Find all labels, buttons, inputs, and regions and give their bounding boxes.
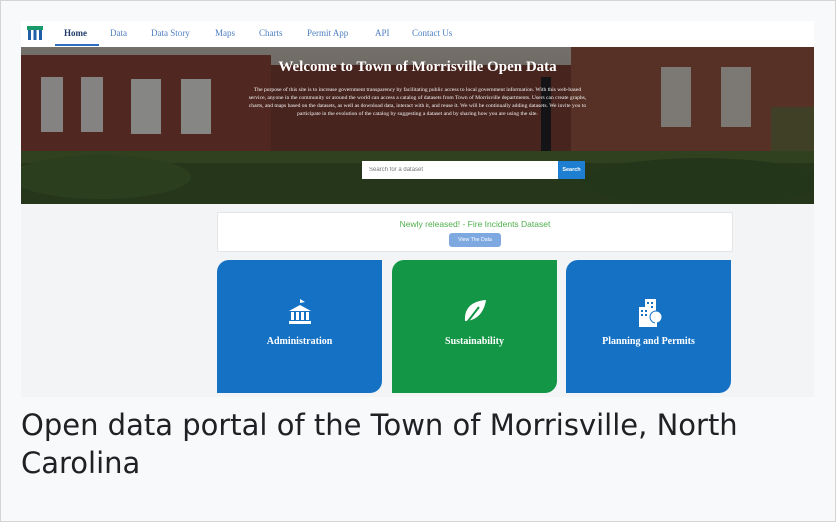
nav-maps[interactable]: Maps	[215, 28, 235, 38]
tile-planning-permits[interactable]: Planning and Permits	[566, 260, 731, 393]
search-button[interactable]: Search	[558, 161, 585, 179]
tile-sustainability[interactable]: Sustainability	[392, 260, 557, 393]
figure-caption: Open data portal of the Town of Morrisvi…	[21, 408, 738, 480]
nav-charts[interactable]: Charts	[259, 28, 283, 38]
active-tab-indicator	[55, 44, 99, 46]
top-navigation: Home Data Data Story Maps Charts Permit …	[21, 21, 814, 48]
figure-frame: Home Data Data Story Maps Charts Permit …	[0, 0, 836, 522]
government-building-icon	[288, 299, 311, 324]
building-tree-icon	[638, 299, 662, 327]
tile-sustainability-label: Sustainability	[445, 336, 504, 347]
nav-permit-app[interactable]: Permit App	[307, 28, 348, 38]
town-logo-icon[interactable]	[27, 26, 43, 40]
new-release-banner: Newly released! - Fire Incidents Dataset…	[217, 212, 733, 252]
nav-data-story[interactable]: Data Story	[151, 28, 190, 38]
tile-administration-label: Administration	[266, 336, 333, 347]
nav-home[interactable]: Home	[64, 28, 87, 38]
tile-administration[interactable]: Administration	[217, 260, 382, 393]
website-screenshot: Home Data Data Story Maps Charts Permit …	[21, 21, 814, 397]
hero-banner: Welcome to Town of Morrisville Open Data…	[21, 47, 814, 204]
leaf-icon	[463, 300, 486, 326]
nav-api[interactable]: API	[375, 28, 390, 38]
nav-data[interactable]: Data	[110, 28, 127, 38]
hero-title: Welcome to Town of Morrisville Open Data	[278, 59, 557, 75]
new-release-text[interactable]: Newly released! - Fire Incidents Dataset	[218, 219, 732, 229]
view-the-data-button[interactable]: View The Data	[449, 233, 501, 247]
hero-description: The purpose of this site is to increase …	[248, 87, 587, 117]
nav-contact-us[interactable]: Contact Us	[412, 28, 452, 38]
tile-planning-permits-label: Planning and Permits	[602, 336, 695, 347]
dataset-search-input[interactable]	[362, 161, 558, 179]
